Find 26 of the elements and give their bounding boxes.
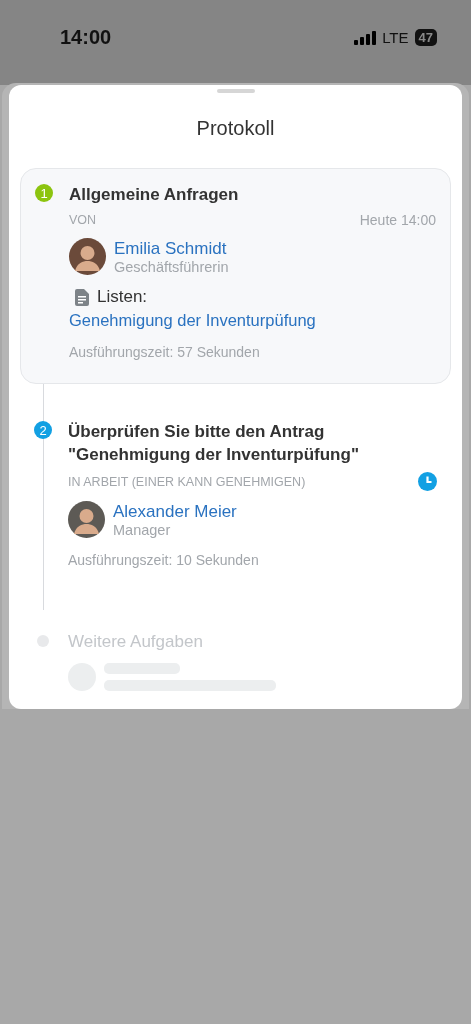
status-time: 14:00 (60, 26, 112, 49)
person-name[interactable]: Alexander Meier (113, 501, 237, 522)
avatar (69, 238, 106, 275)
avatar (68, 501, 105, 538)
duration-text: Ausführungszeit: 10 Sekunden (68, 552, 260, 568)
drag-handle[interactable] (216, 89, 255, 93)
document-link[interactable]: Genehmigung der Inventurpüfung (69, 311, 436, 330)
sheet-title: Protokoll (195, 117, 276, 140)
duration-text: Ausführungszeit: 57 Sekunden (69, 344, 261, 360)
battery-indicator: 47 (414, 29, 437, 46)
status-label: IN ARBEIT (EINER KANN GENEHMIGEN) (68, 474, 306, 489)
person-name[interactable]: Emilia Schmidt (114, 238, 229, 259)
attachment-label: Listen: (97, 287, 148, 307)
status-label: VON (69, 213, 97, 227)
document-icon (75, 288, 89, 306)
person-role: Geschäftsführerin (114, 259, 229, 275)
step-title: Weitere Aufgaben (68, 631, 204, 653)
step-number: 2 (34, 421, 52, 439)
clock-icon (418, 472, 437, 491)
step-title: Überprüfen Sie bitte den Antrag "Genehmigung der Inventurpüfung" (68, 421, 360, 466)
person-role: Manager (113, 522, 172, 538)
signal-icon (354, 30, 377, 45)
step-number: 1 (35, 184, 53, 202)
network-label: LTE (382, 29, 409, 46)
step-title: Allgemeine Anfragen (69, 184, 240, 206)
timestamp: Heute 14:00 (359, 212, 436, 228)
